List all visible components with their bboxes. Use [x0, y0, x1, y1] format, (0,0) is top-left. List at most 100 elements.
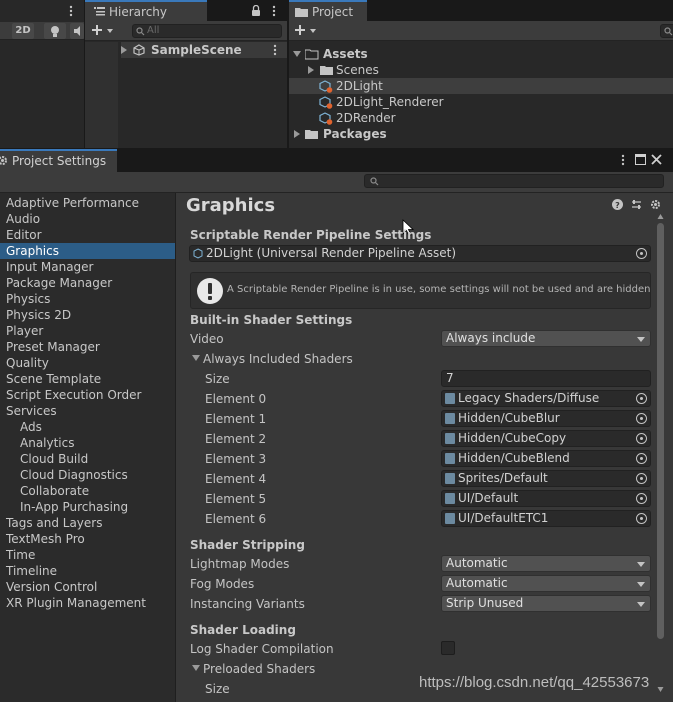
sidebar-item[interactable]: Audio — [0, 211, 175, 227]
shader-object-field[interactable]: Hidden/CubeBlend — [441, 450, 651, 467]
sidebar-item[interactable]: Physics 2D — [0, 307, 175, 323]
tree-2dlight[interactable]: 2DLight — [289, 78, 673, 94]
tab-project[interactable]: Project — [289, 0, 367, 21]
scene-menu-dots-icon[interactable] — [69, 5, 73, 17]
sidebar-item[interactable]: Version Control — [0, 579, 175, 595]
close-icon[interactable] — [651, 154, 662, 165]
project-tab-label: Project — [312, 5, 354, 19]
settings-search-input[interactable] — [364, 174, 664, 188]
sidebar-item[interactable]: Player — [0, 323, 175, 339]
object-picker-icon[interactable] — [636, 453, 647, 464]
shader-object-field[interactable]: Hidden/CubeBlur — [441, 410, 651, 427]
object-picker-icon[interactable] — [636, 433, 647, 444]
always-included-foldout[interactable]: Always Included Shaders — [192, 352, 353, 366]
sidebar-item-label: Timeline — [6, 564, 58, 578]
tab-project-settings[interactable]: Project Settings — [0, 149, 117, 172]
sidebar-item-label: Tags and Layers — [6, 516, 103, 530]
object-picker-icon[interactable] — [636, 393, 647, 404]
toggle-2d-button[interactable]: 2D — [12, 23, 34, 39]
assets-label: Assets — [323, 47, 368, 61]
shader-object-field[interactable]: Legacy Shaders/Diffuse — [441, 390, 651, 407]
shader-file-icon — [445, 473, 455, 484]
sidebar-item[interactable]: Ads — [0, 419, 175, 435]
shader-element-value: Hidden/CubeCopy — [458, 431, 567, 445]
preloaded-shaders-foldout[interactable]: Preloaded Shaders — [192, 662, 315, 676]
scene-menu-dots-icon[interactable] — [273, 44, 277, 56]
lighting-toggle-icon[interactable] — [44, 23, 66, 39]
tree-2drender[interactable]: 2DRender — [289, 110, 673, 126]
search-icon — [370, 177, 379, 186]
srp-asset-field[interactable]: 2DLight (Universal Render Pipeline Asset… — [189, 245, 651, 262]
instancing-variants-dropdown[interactable]: Strip Unused — [441, 595, 651, 612]
sidebar-item[interactable]: Editor — [0, 227, 175, 243]
video-dropdown[interactable]: Always include — [441, 330, 651, 347]
shader-object-field[interactable]: UI/DefaultETC1 — [441, 510, 651, 527]
sidebar-item-label: Adaptive Performance — [6, 196, 139, 210]
sidebar-item[interactable]: Collaborate — [0, 483, 175, 499]
sidebar-item[interactable]: TextMesh Pro — [0, 531, 175, 547]
sidebar-item[interactable]: XR Plugin Management — [0, 595, 175, 611]
scene-name: SampleScene — [151, 43, 242, 57]
project-add-button[interactable] — [295, 24, 319, 38]
sidebar-item[interactable]: Input Manager — [0, 259, 175, 275]
sidebar-item[interactable]: Cloud Diagnostics — [0, 467, 175, 483]
sidebar-item-label: Scene Template — [6, 372, 102, 386]
hierarchy-scene-row[interactable]: SampleScene — [121, 42, 287, 58]
sidebar-item[interactable]: Tags and Layers — [0, 515, 175, 531]
sidebar-item[interactable]: Analytics — [0, 435, 175, 451]
shader-object-field[interactable]: UI/Default — [441, 490, 651, 507]
hierarchy-add-button[interactable] — [92, 24, 116, 38]
builtin-shader-header: Built-in Shader Settings — [190, 313, 353, 327]
object-picker-icon[interactable] — [636, 413, 647, 424]
tree-packages[interactable]: Packages — [289, 126, 673, 142]
sidebar-item[interactable]: Adaptive Performance — [0, 195, 175, 211]
maximize-icon[interactable] — [635, 154, 646, 165]
object-picker-icon[interactable] — [636, 248, 647, 259]
tree-assets[interactable]: Assets — [289, 46, 673, 62]
shader-stripping-header: Shader Stripping — [190, 538, 305, 552]
settings-gear-icon[interactable] — [650, 199, 661, 210]
object-picker-icon[interactable] — [636, 513, 647, 524]
hierarchy-lock-icon[interactable] — [251, 5, 261, 16]
audio-toggle-icon[interactable] — [70, 23, 84, 39]
help-icon[interactable]: ? — [612, 199, 623, 210]
sidebar-item-label: Services — [6, 404, 57, 418]
hierarchy-menu-dots-icon[interactable] — [272, 5, 276, 17]
window-menu-dots-icon[interactable] — [621, 154, 625, 166]
sidebar-item[interactable]: Timeline — [0, 563, 175, 579]
project-search-input[interactable] — [660, 24, 673, 38]
sidebar-item[interactable]: Scene Template — [0, 371, 175, 387]
sidebar-item-label: Collaborate — [20, 484, 90, 498]
shader-object-field[interactable]: Hidden/CubeCopy — [441, 430, 651, 447]
graphics-settings-panel: Graphics ? Scriptable Render Pipeline Se… — [176, 193, 673, 702]
sidebar-item[interactable]: Physics — [0, 291, 175, 307]
hierarchy-search-input[interactable]: All — [132, 24, 282, 38]
sidebar-item[interactable]: Time — [0, 547, 175, 563]
sidebar-item[interactable]: Graphics — [0, 243, 175, 259]
vertical-scrollbar[interactable] — [656, 213, 665, 702]
sidebar-item[interactable]: In-App Purchasing — [0, 499, 175, 515]
sidebar-item[interactable]: Quality — [0, 355, 175, 371]
shader-object-field[interactable]: Sprites/Default — [441, 470, 651, 487]
lightmap-modes-dropdown[interactable]: Automatic — [441, 555, 651, 572]
fog-modes-dropdown[interactable]: Automatic — [441, 575, 651, 592]
sidebar-item-label: Version Control — [6, 580, 98, 594]
object-picker-icon[interactable] — [636, 493, 647, 504]
sidebar-item[interactable]: Package Manager — [0, 275, 175, 291]
sidebar-item-label: Audio — [6, 212, 41, 226]
sidebar-item[interactable]: Cloud Build — [0, 451, 175, 467]
tree-2dlight-renderer[interactable]: 2DLight_Renderer — [289, 94, 673, 110]
sidebar-item[interactable]: Preset Manager — [0, 339, 175, 355]
sidebar-item[interactable]: Script Execution Order — [0, 387, 175, 403]
tree-scenes[interactable]: Scenes — [289, 62, 673, 78]
log-shader-compilation-checkbox[interactable] — [441, 641, 455, 655]
expand-arrow-icon — [308, 66, 314, 74]
sidebar-item[interactable]: Services — [0, 403, 175, 419]
size-input[interactable]: 7 — [441, 370, 651, 387]
instancing-variants-label: Instancing Variants — [190, 597, 305, 611]
object-picker-icon[interactable] — [636, 473, 647, 484]
tab-hierarchy[interactable]: Hierarchy — [85, 0, 207, 21]
preset-sliders-icon[interactable] — [631, 199, 642, 210]
shader-file-icon — [445, 513, 455, 524]
sidebar-item-label: Quality — [6, 356, 49, 370]
